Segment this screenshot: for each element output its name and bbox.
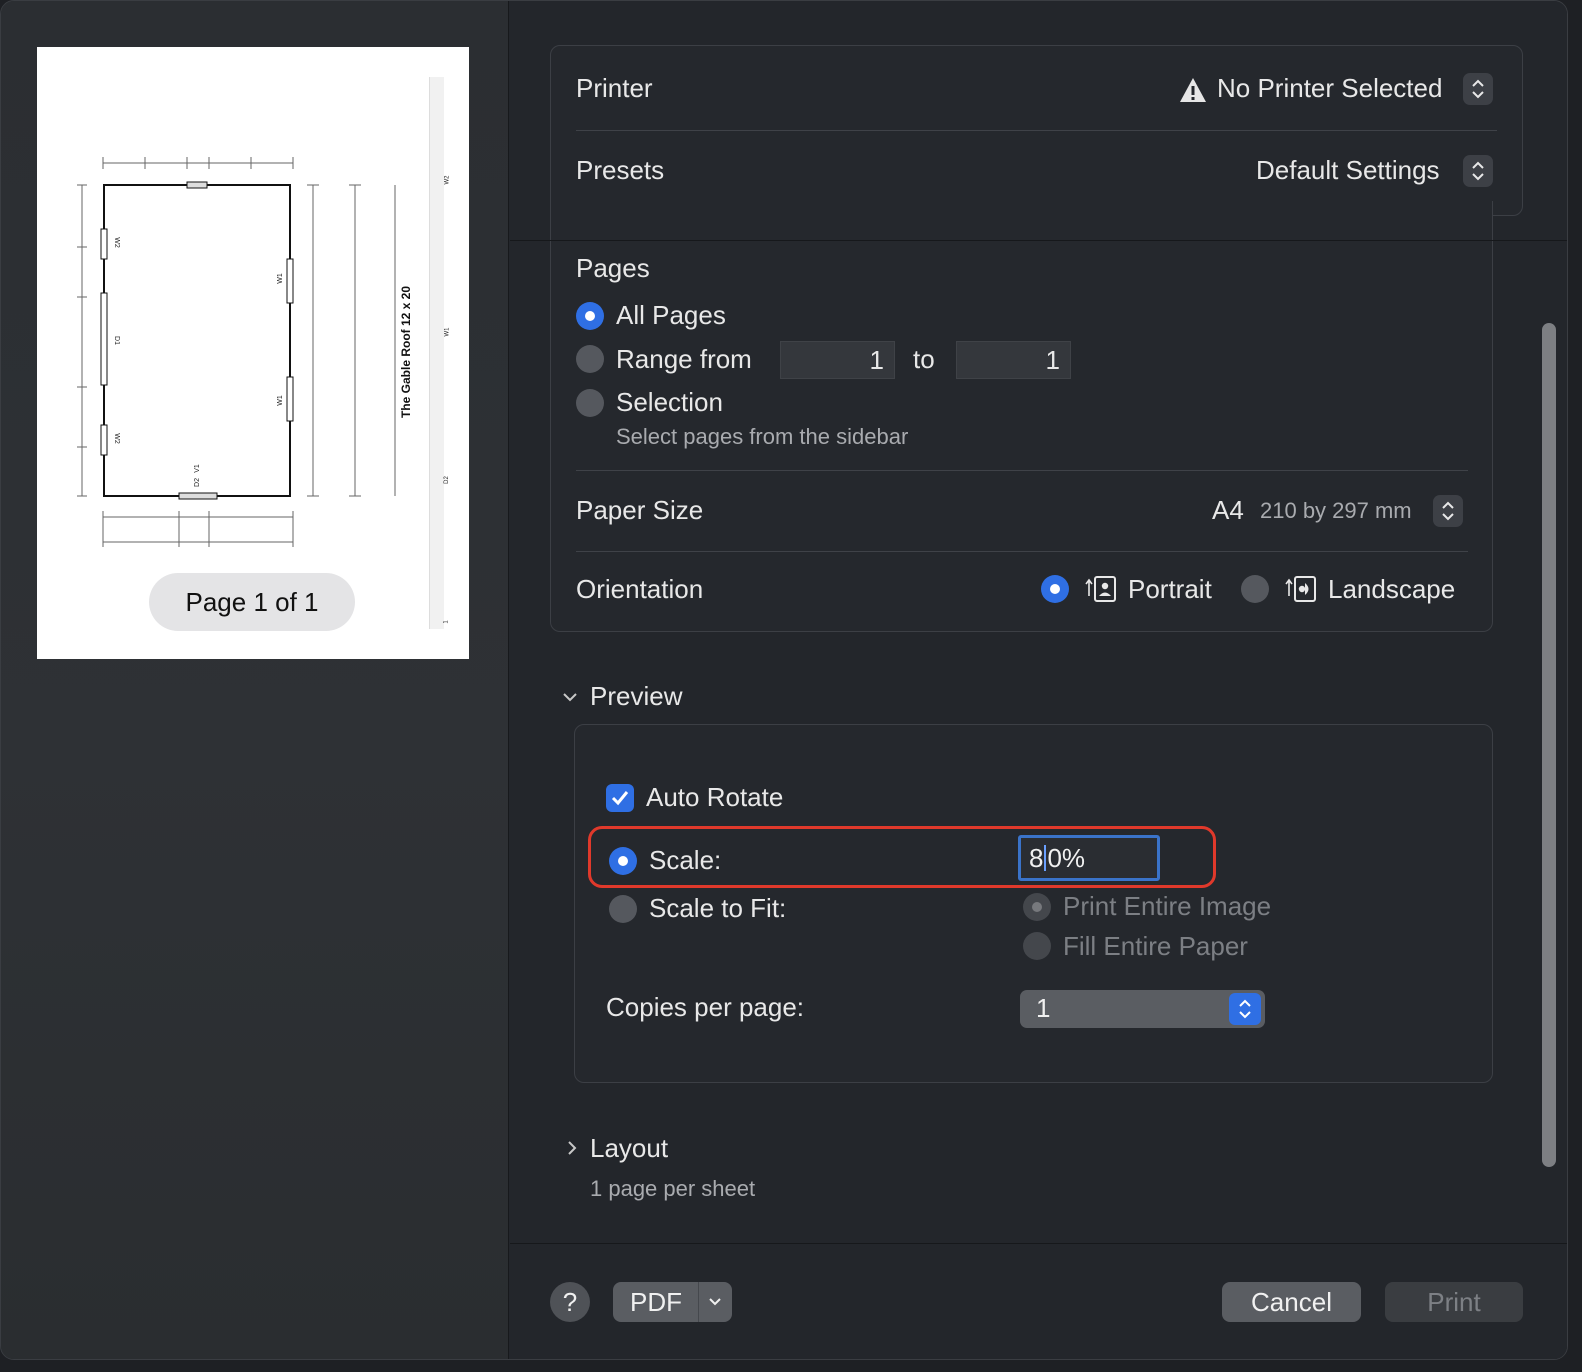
range-start-field[interactable]: 1 xyxy=(780,341,895,379)
paper-size-select[interactable]: A4 210 by 297 mm xyxy=(1207,493,1465,531)
paper-size-label: Paper Size xyxy=(576,495,704,525)
presets-value: Default Settings xyxy=(1256,155,1440,185)
pdf-label: PDF xyxy=(630,1286,682,1317)
portrait-icon xyxy=(1085,576,1116,602)
pages-label: Pages xyxy=(576,253,650,283)
fill-entire-paper-label: Fill Entire Paper xyxy=(1063,931,1248,961)
layout-section-title[interactable]: Layout xyxy=(590,1133,668,1164)
copies-per-page-value: 1 xyxy=(1036,993,1051,1023)
landscape-label: Landscape xyxy=(1328,574,1456,604)
cancel-button[interactable]: Cancel xyxy=(1222,1282,1361,1322)
scale-label: Scale: xyxy=(649,845,722,875)
warning-icon xyxy=(1180,78,1206,102)
selection-label: Selection xyxy=(616,387,723,417)
scale-input[interactable]: 8 0% xyxy=(1018,835,1160,881)
presets-label: Presets xyxy=(576,155,665,185)
orientation-label: Orientation xyxy=(576,574,704,604)
range-radio[interactable] xyxy=(576,345,604,373)
scale-to-fit-label: Scale to Fit: xyxy=(649,893,787,923)
scrollbar-thumb[interactable] xyxy=(1542,323,1556,1167)
chevron-right-icon[interactable] xyxy=(562,1138,582,1158)
all-pages-radio[interactable] xyxy=(576,302,604,330)
range-end-field[interactable]: 1 xyxy=(956,341,1071,379)
range-from-label: Range from xyxy=(616,344,752,374)
printer-divider xyxy=(576,130,1497,131)
landscape-icon xyxy=(1285,576,1316,602)
paper-divider xyxy=(576,551,1468,552)
pdf-divider xyxy=(698,1282,699,1322)
plan-label-d2: D2 xyxy=(193,478,201,487)
preview-section-title[interactable]: Preview xyxy=(590,681,682,712)
plan-label-d1: D1 xyxy=(112,336,120,345)
plan-label-w1-bottom: W1 xyxy=(276,395,284,406)
paper-size-value: A4 xyxy=(1212,495,1244,525)
fill-entire-paper-radio[interactable] xyxy=(1023,932,1051,960)
help-button[interactable]: ? xyxy=(550,1282,590,1322)
auto-rotate-label: Auto Rotate xyxy=(646,782,784,812)
plan-label-v1: V1 xyxy=(193,464,201,473)
presets-select[interactable]: Default Settings xyxy=(1251,153,1497,191)
scale-to-fit-radio[interactable] xyxy=(609,895,637,923)
scale-value-end: 0% xyxy=(1047,843,1086,873)
print-entire-image-label: Print Entire Image xyxy=(1063,891,1272,921)
legend-item-w1: W1 xyxy=(444,327,451,337)
print-button[interactable]: Print xyxy=(1385,1282,1523,1322)
preview-sidebar: W2 W1 D1 W1 W2 D2 V1 W2 W1 D2 1 The Gabl… xyxy=(1,1,509,1359)
portrait-radio[interactable] xyxy=(1041,575,1069,603)
portrait-label: Portrait xyxy=(1128,574,1212,604)
document-title: The Gable Roof 12 x 20 xyxy=(399,285,414,419)
plan-label-w2-bottom: W2 xyxy=(112,433,120,444)
plan-label-w2-top: W2 xyxy=(112,237,120,248)
pages-divider xyxy=(576,470,1468,471)
selection-radio[interactable] xyxy=(576,389,604,417)
printer-label: Printer xyxy=(576,73,653,103)
scroll-top-divider-cover xyxy=(510,240,1535,241)
chevron-down-icon[interactable] xyxy=(560,687,580,707)
page-thumbnail[interactable]: W2 W1 D1 W1 W2 D2 V1 W2 W1 D2 1 The Gabl… xyxy=(37,47,469,659)
range-to-label: to xyxy=(913,344,935,374)
chevron-down-icon xyxy=(709,1298,721,1306)
print-dialog: W2 W1 D1 W1 W2 D2 V1 W2 W1 D2 1 The Gabl… xyxy=(0,0,1568,1360)
plan-label-w1-top: W1 xyxy=(276,273,284,284)
printer-select[interactable]: No Printer Selected xyxy=(1177,71,1497,109)
printer-stepper-icon xyxy=(1463,73,1493,105)
all-pages-label: All Pages xyxy=(616,300,726,330)
paper-size-detail: 210 by 297 mm xyxy=(1260,498,1412,523)
copies-per-page-select[interactable]: 1 xyxy=(1020,990,1265,1028)
checkmark-icon xyxy=(611,791,629,806)
presets-stepper-icon xyxy=(1463,155,1493,187)
copies-per-page-label: Copies per page: xyxy=(606,992,805,1022)
legend-item-d2: D2 xyxy=(443,476,450,484)
auto-rotate-checkbox[interactable] xyxy=(606,784,634,812)
scale-value-start: 8 xyxy=(1029,843,1044,873)
scale-radio[interactable] xyxy=(609,847,637,875)
legend-item-w2: W2 xyxy=(444,175,451,185)
layout-summary: 1 page per sheet xyxy=(590,1176,756,1201)
printer-value: No Printer Selected xyxy=(1217,73,1443,103)
legend-item-1: 1 xyxy=(443,620,450,624)
print-entire-image-radio[interactable] xyxy=(1023,893,1051,921)
paper-size-stepper-icon xyxy=(1433,495,1463,527)
landscape-radio[interactable] xyxy=(1241,575,1269,603)
copies-stepper-icon xyxy=(1229,993,1261,1025)
page-indicator: Page 1 of 1 xyxy=(149,573,355,631)
selection-hint: Select pages from the sidebar xyxy=(616,424,909,449)
pdf-menu-button[interactable]: PDF xyxy=(613,1282,732,1322)
help-icon: ? xyxy=(562,1286,578,1317)
